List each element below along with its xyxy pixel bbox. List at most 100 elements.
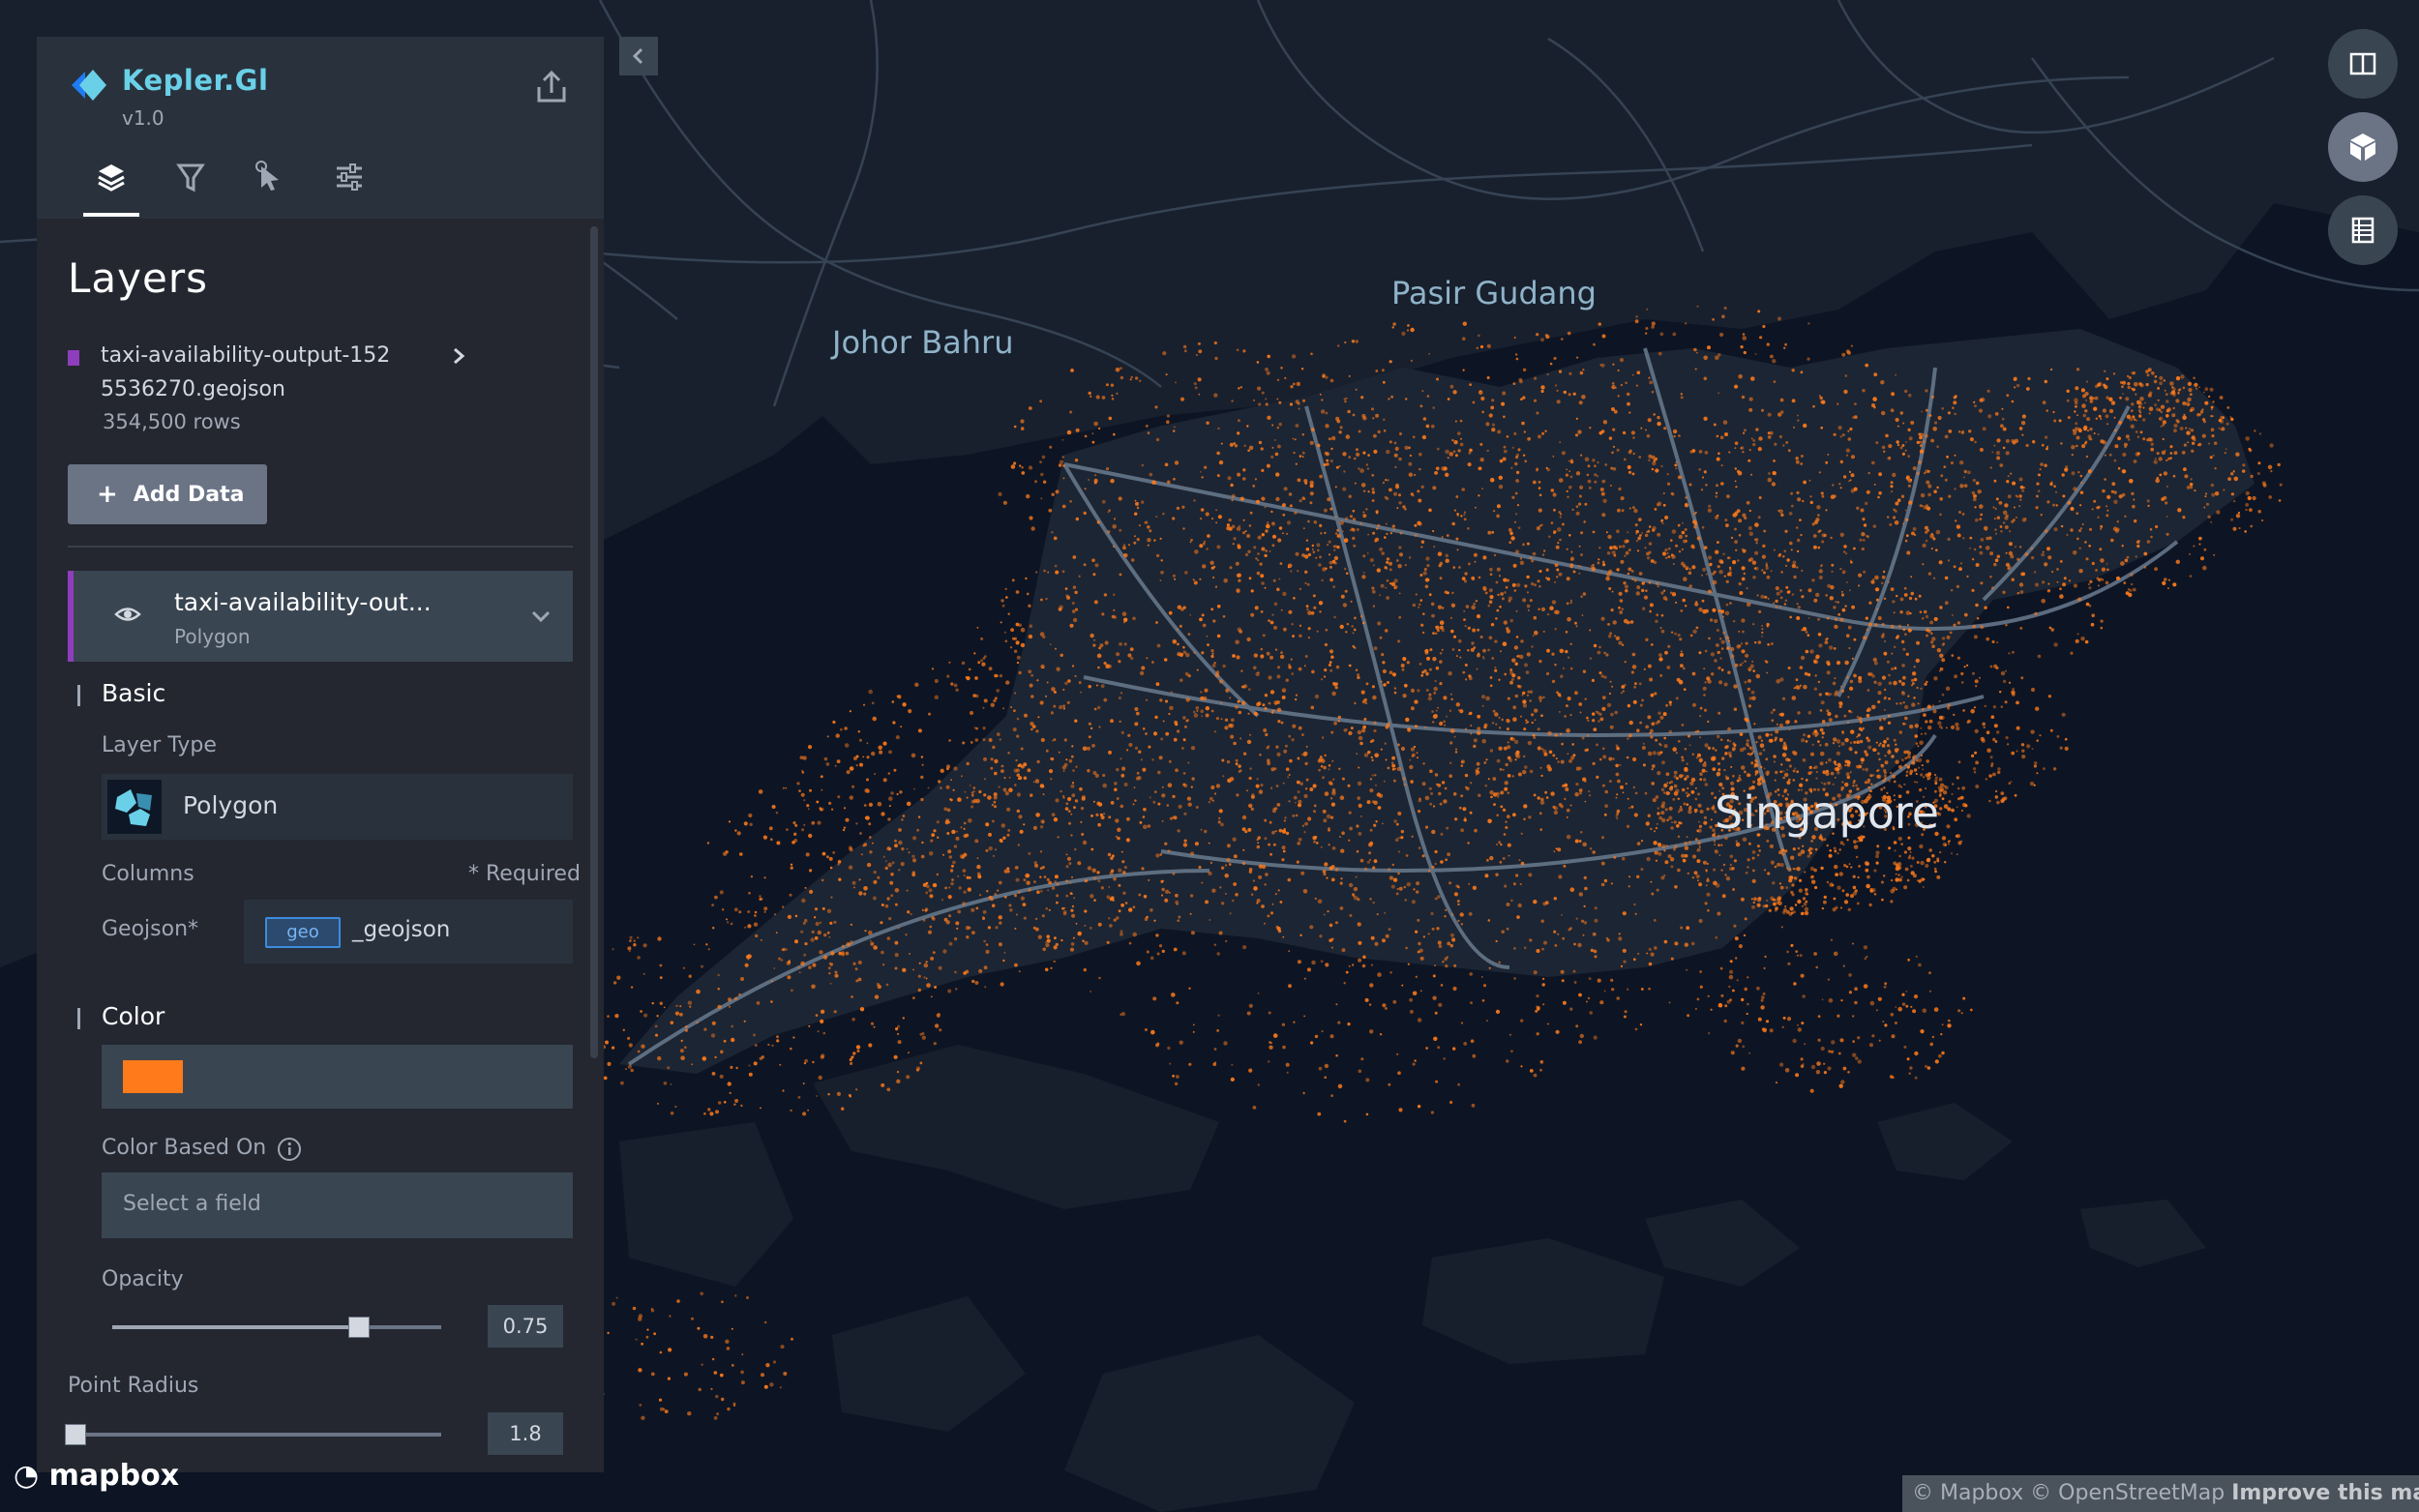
taxi-point [1589,657,1593,660]
taxi-point [1854,889,1858,893]
taxi-point [1042,793,1045,796]
taxi-point [1908,500,1913,505]
taxi-point [1500,592,1504,596]
taxi-point [2004,525,2009,529]
taxi-point [1468,713,1470,716]
taxi-point [1888,714,1891,718]
taxi-point [1896,498,1901,502]
taxi-point [1924,682,1927,686]
taxi-point [1697,803,1702,808]
taxi-point [1707,994,1710,997]
taxi-point [1445,558,1449,563]
taxi-point [1651,782,1655,786]
taxi-point [1761,635,1763,637]
taxi-point [1216,545,1221,549]
taxi-point [988,667,993,671]
taxi-point [1648,962,1653,966]
taxi-point [1464,579,1467,583]
taxi-point [2252,495,2256,501]
taxi-point [1026,880,1030,885]
taxi-point [1242,752,1247,756]
taxi-point [2011,438,2016,443]
taxi-point [1053,960,1056,964]
taxi-point [1190,538,1193,542]
taxi-point [1433,713,1438,719]
taxi-point [1056,894,1060,898]
taxi-point [1373,859,1378,864]
taxi-point [1114,782,1118,786]
taxi-point [1276,803,1281,807]
taxi-point [815,921,820,927]
taxi-point [1778,713,1781,716]
taxi-point [1767,435,1772,439]
taxi-point [1288,734,1292,738]
taxi-point [1435,625,1438,629]
taxi-point [1431,613,1435,618]
taxi-point [886,846,891,851]
taxi-point [1497,593,1500,597]
taxi-point [1972,493,1978,498]
taxi-point [1772,898,1776,902]
taxi-point [1412,991,1418,996]
taxi-point [1777,862,1781,867]
taxi-point [1134,746,1139,751]
taxi-point [1559,538,1562,542]
taxi-point [1609,725,1614,729]
taxi-point [1225,689,1230,694]
taxi-point [1208,871,1212,876]
taxi-point [1743,934,1747,937]
taxi-point [1689,634,1693,637]
taxi-point [1729,574,1732,577]
taxi-point [2006,394,2010,398]
taxi-point [1513,589,1517,592]
taxi-point [1319,555,1322,559]
taxi-point [2088,545,2091,548]
taxi-point [984,655,987,658]
taxi-point [1607,623,1610,626]
taxi-point [1652,798,1657,803]
taxi-point [1980,513,1984,517]
taxi-point [1047,571,1050,574]
taxi-point [1182,716,1186,720]
taxi-point [1860,757,1866,762]
taxi-point [1236,589,1240,594]
taxi-point [2008,542,2013,547]
taxi-point [2237,511,2241,515]
taxi-point [2162,580,2166,586]
taxi-point [1833,647,1837,650]
taxi-point [1475,774,1478,776]
taxi-point [1540,774,1543,778]
taxi-point [1282,849,1286,853]
taxi-point [1417,756,1419,759]
taxi-point [1014,963,1018,967]
taxi-point [1973,548,1977,551]
taxi-point [1884,777,1887,780]
taxi-point [1951,808,1955,813]
taxi-point [843,826,847,829]
taxi-point [1801,595,1805,599]
taxi-point [1946,824,1951,829]
taxi-point [1329,661,1332,664]
taxi-point [1821,720,1826,724]
taxi-point [1316,630,1319,633]
taxi-point [1508,758,1513,762]
taxi-point [895,735,900,740]
taxi-point [1959,484,1964,489]
taxi-point [1894,520,1899,525]
taxi-point [948,914,952,918]
taxi-point [1848,647,1851,649]
taxi-point [1476,667,1478,670]
taxi-point [1352,536,1356,541]
taxi-point [1821,736,1824,739]
taxi-point [1622,791,1625,794]
taxi-point [1785,886,1788,889]
taxi-point [957,797,962,802]
taxi-point [1865,616,1868,620]
taxi-point [963,827,966,831]
taxi-point [1858,573,1863,578]
taxi-point [1028,851,1031,855]
taxi-point [1747,858,1750,862]
taxi-point [1890,485,1894,489]
taxi-point [1866,883,1870,889]
taxi-point [1021,466,1024,469]
